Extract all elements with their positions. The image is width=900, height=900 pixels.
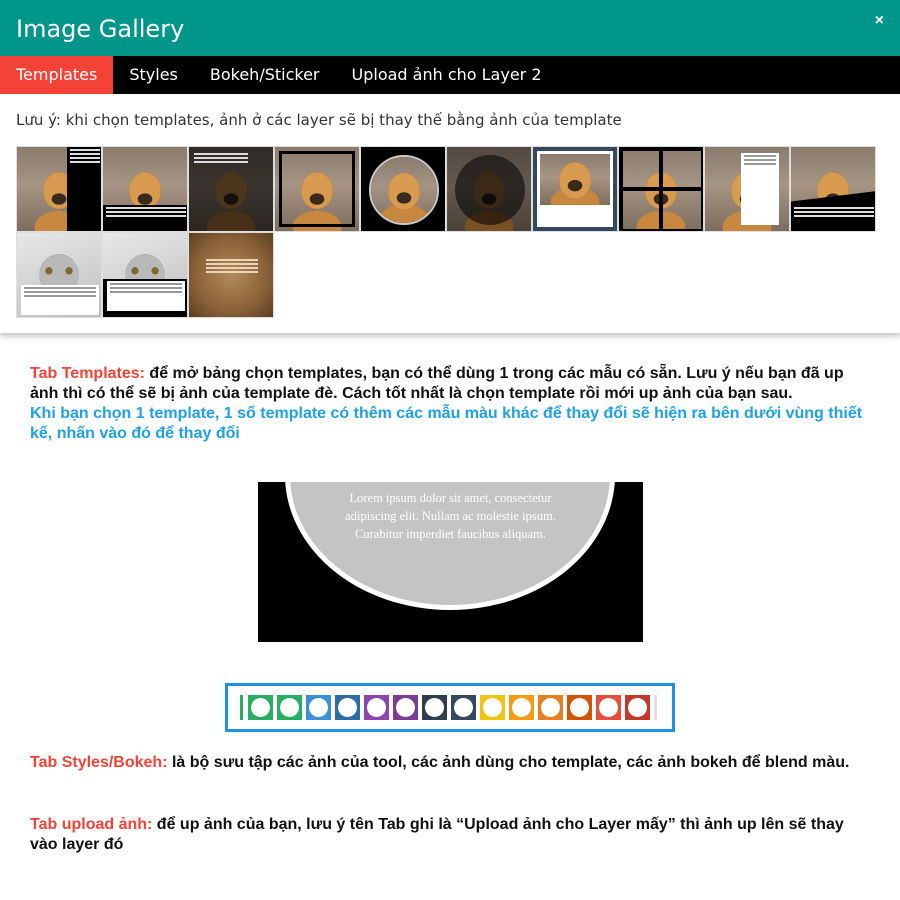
- text-lines: [203, 257, 261, 275]
- color-swatch[interactable]: [422, 695, 447, 720]
- color-swatch[interactable]: [240, 695, 243, 720]
- color-variant-bar: [225, 683, 675, 732]
- template-thumbnail[interactable]: [704, 146, 790, 232]
- color-swatch[interactable]: [277, 695, 302, 720]
- frame: [279, 151, 355, 227]
- dog-photo: [540, 154, 610, 205]
- color-swatch[interactable]: [480, 695, 505, 720]
- templates-text: để mở bảng chọn templates, bạn có thể dù…: [30, 365, 844, 402]
- template-thumbnail[interactable]: [102, 146, 188, 232]
- upload-instruction: Tab upload ảnh: để up ảnh của bạn, lưu ý…: [30, 815, 875, 855]
- template-thumbnail[interactable]: [274, 146, 360, 232]
- color-swatch[interactable]: [335, 695, 360, 720]
- templates-color-note: Khi bạn chọn 1 template, 1 số template c…: [30, 405, 863, 442]
- upload-text: để up ảnh của bạn, lưu ý tên Tab ghi là …: [30, 816, 844, 853]
- paper-texture: [189, 233, 273, 317]
- styles-instruction: Tab Styles/Bokeh: là bộ sưu tập các ảnh …: [30, 753, 875, 773]
- tab-styles[interactable]: Styles: [113, 56, 194, 94]
- color-swatch[interactable]: [567, 695, 592, 720]
- templates-instruction: Tab Templates: để mở bảng chọn templates…: [30, 364, 875, 444]
- image-gallery-dialog: Image Gallery × Templates Styles Bokeh/S…: [0, 0, 900, 333]
- color-swatch[interactable]: [509, 695, 534, 720]
- template-thumbnail[interactable]: [790, 146, 876, 232]
- upload-heading: Tab upload ảnh:: [30, 816, 153, 833]
- tab-templates[interactable]: Templates: [0, 56, 114, 94]
- text-lines: [191, 151, 251, 165]
- color-swatch[interactable]: [538, 695, 563, 720]
- text-panel: [103, 205, 187, 231]
- template-thumbnail[interactable]: [16, 232, 102, 318]
- template-thumbnail[interactable]: [618, 146, 704, 232]
- styles-text: là bộ sưu tập các ảnh của tool, các ảnh …: [167, 754, 850, 771]
- close-icon[interactable]: ×: [875, 12, 884, 30]
- text-card: [21, 285, 99, 315]
- template-thumbnail[interactable]: [188, 232, 274, 318]
- circle-overlay: [455, 155, 525, 225]
- color-swatch[interactable]: [248, 695, 273, 720]
- color-swatch[interactable]: [451, 695, 476, 720]
- template-thumbnail[interactable]: [188, 146, 274, 232]
- tab-bar: Templates Styles Bokeh/Sticker Upload ản…: [0, 56, 900, 94]
- color-swatch[interactable]: [393, 695, 418, 720]
- text-card: [741, 153, 779, 225]
- color-swatch[interactable]: [306, 695, 331, 720]
- tab-bokeh-sticker[interactable]: Bokeh/Sticker: [194, 56, 336, 94]
- preview-text-line: adipiscing elit. Nullam ac molestie ipsu…: [345, 509, 556, 523]
- templates-note: Lưu ý: khi chọn templates, ảnh ở các lay…: [16, 111, 622, 129]
- dog-photo: [371, 157, 437, 223]
- color-swatch[interactable]: [625, 695, 650, 720]
- dialog-title: Image Gallery: [16, 15, 185, 43]
- preview-text: Lorem ipsum dolor sit amet, consectetur …: [258, 489, 643, 543]
- text-card: [107, 281, 185, 311]
- template-thumbnail[interactable]: [446, 146, 532, 232]
- styles-heading: Tab Styles/Bokeh:: [30, 754, 168, 771]
- text-panel: [67, 147, 101, 231]
- color-swatch-edge: [654, 695, 657, 720]
- preview-text-line: Lorem ipsum dolor sit amet, consectetur: [349, 491, 552, 505]
- white-frame: [537, 151, 613, 227]
- color-swatch[interactable]: [596, 695, 621, 720]
- templates-heading: Tab Templates:: [30, 365, 145, 382]
- template-thumbnail[interactable]: [102, 232, 188, 318]
- color-swatch[interactable]: [364, 695, 389, 720]
- tab-upload-layer-2[interactable]: Upload ảnh cho Layer 2: [336, 56, 558, 94]
- template-thumbnail[interactable]: [532, 146, 618, 232]
- template-thumbnail[interactable]: [360, 146, 446, 232]
- circle-frame: [369, 155, 439, 225]
- preview-text-line: Curabitur imperdiet faucibus aliquam.: [355, 527, 546, 541]
- dialog-titlebar: Image Gallery ×: [0, 0, 900, 56]
- template-thumbnail[interactable]: [16, 146, 102, 232]
